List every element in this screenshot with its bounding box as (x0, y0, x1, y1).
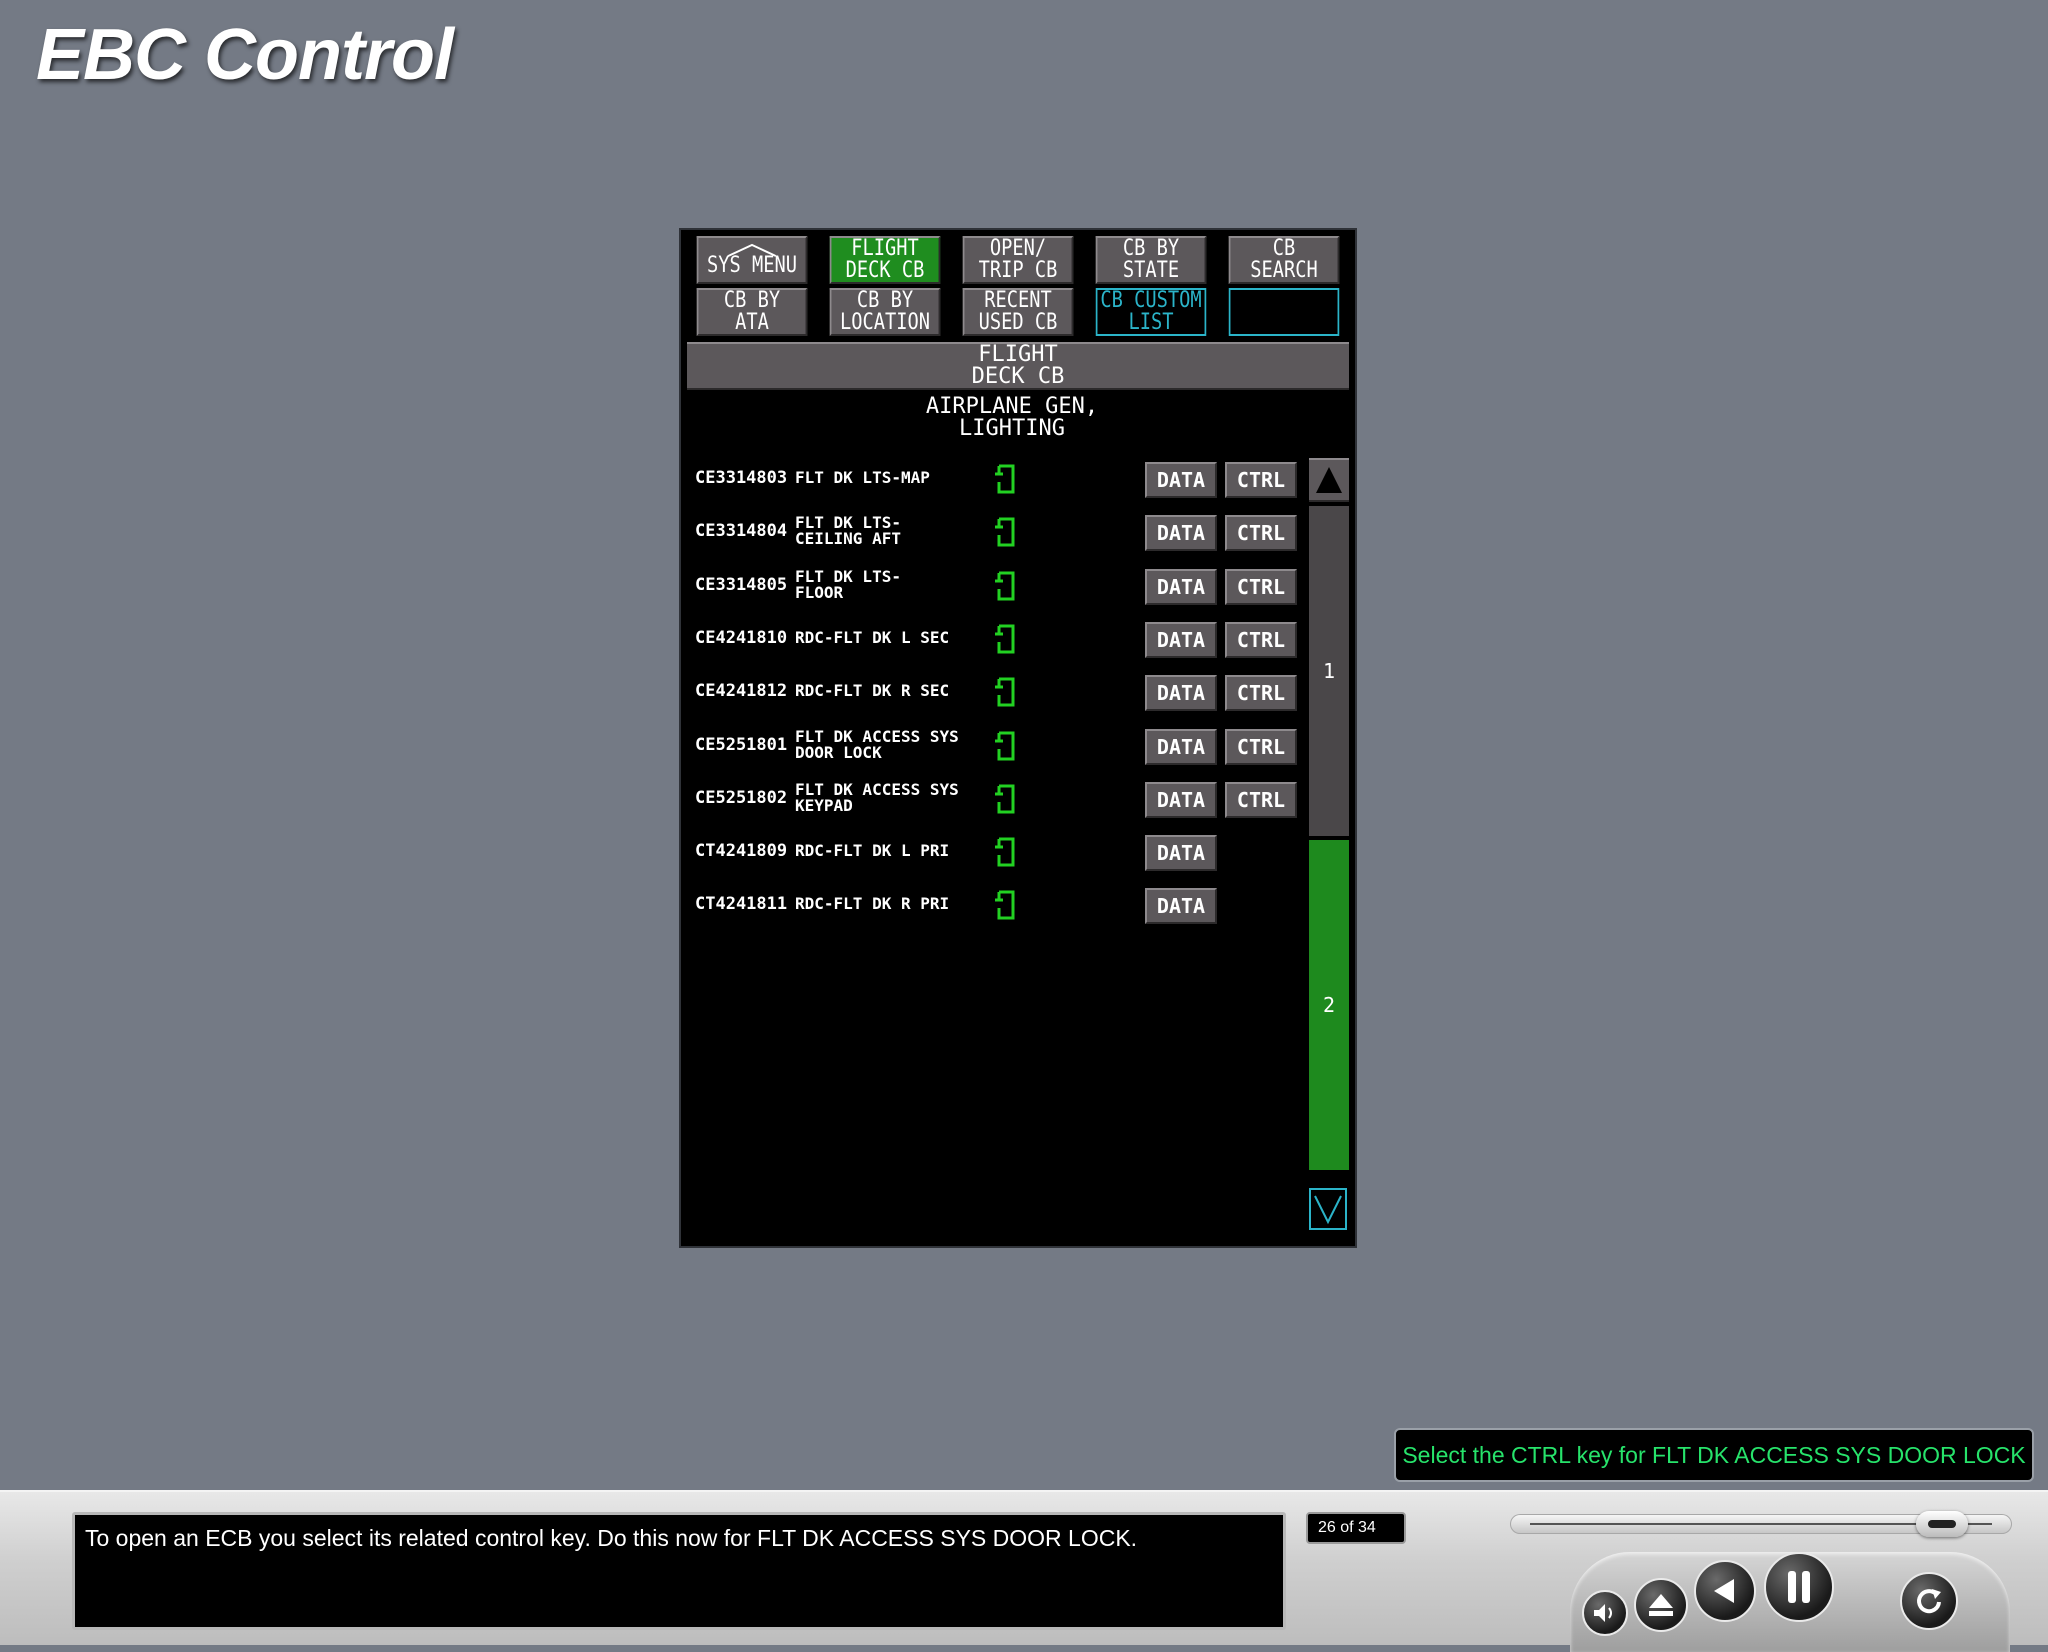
page-title: EBC Control (36, 15, 454, 95)
cb-name: FLT DK ACCESS SYS DOOR LOCK (795, 726, 959, 762)
ctrl-button[interactable]: CTRL (1225, 568, 1297, 605)
cb-name: FLT DK LTS-MAP (795, 468, 930, 487)
scroll-down-button[interactable] (1309, 1188, 1347, 1230)
scrollbar[interactable]: 1 2 (1309, 458, 1349, 1238)
volume-icon (1594, 1604, 1612, 1622)
down-arrow-icon (1314, 1195, 1342, 1225)
cb-name: RDC-FLT DK L SEC (795, 627, 950, 647)
cb-name: RDC-FLT DK R SEC (795, 681, 950, 701)
menu-button-label: CB SEARCH (1250, 236, 1318, 283)
menu-button-label: FLIGHT DECK CB (845, 236, 925, 283)
cb-id: CT4241809 (695, 841, 788, 862)
eject-button[interactable] (1634, 1578, 1688, 1632)
cb-row: CE5251801 FLT DK ACCESS SYS DOOR LOCK DATA… (681, 723, 1301, 767)
menu-cb-search-button[interactable]: CB SEARCH (1228, 236, 1340, 284)
scroll-up-button[interactable] (1309, 458, 1349, 502)
cb-name: FLT DK ACCESS SYS KEYPAD (795, 779, 959, 815)
seek-thumb[interactable] (1915, 1511, 1968, 1537)
menu-button-label: CB CUSTOM LIST (1100, 288, 1202, 335)
cb-id: CE4241812 (695, 681, 788, 702)
player-bar: To open an ECB you select its related co… (0, 1490, 2048, 1652)
rewind-button[interactable] (1694, 1560, 1756, 1622)
menu-button-label: CB BY LOCATION (839, 288, 931, 335)
ctrl-button[interactable]: CTRL (1225, 728, 1297, 765)
menu-recent-used-cb-button[interactable]: RECENT USED CB (962, 288, 1074, 336)
replay-icon (1917, 1589, 1941, 1614)
data-button[interactable]: DATA (1145, 568, 1217, 605)
up-arrow-icon (1316, 467, 1342, 493)
circuit-breaker-closed-icon (995, 731, 1015, 760)
data-button[interactable]: DATA (1145, 621, 1217, 658)
scroll-page-1[interactable]: 1 (1309, 506, 1349, 836)
ctrl-button[interactable]: CTRL (1225, 621, 1297, 658)
menu-flight-deck-cb-button[interactable]: FLIGHT DECK CB (829, 236, 941, 284)
menu-cb-by-location-button[interactable]: CB BY LOCATION (829, 288, 941, 336)
data-button[interactable]: DATA (1145, 728, 1217, 765)
cb-id: CE3314804 (695, 521, 788, 542)
menu-cb-by-state-button[interactable]: CB BY STATE (1095, 236, 1207, 284)
menu-button-label: CB BY ATA (723, 288, 781, 335)
slide-counter: 26 of 34 (1306, 1512, 1406, 1544)
menu-sys-menu-button[interactable]: SYS MENU (696, 236, 808, 284)
cb-row: CE3314803 FLT DK LTS-MAP DATA CTRL (681, 456, 1301, 500)
menu-button-label: OPEN/ TRIP CB (978, 236, 1058, 283)
volume-button[interactable] (1582, 1590, 1628, 1636)
menu-blank-button[interactable] (1228, 288, 1340, 336)
ctrl-button[interactable]: CTRL (1225, 515, 1297, 552)
menu-cb-custom-list-button[interactable]: CB CUSTOM LIST (1095, 288, 1207, 336)
cb-id: CE5251801 (695, 734, 788, 755)
circuit-breaker-closed-icon (995, 517, 1015, 547)
circuit-breaker-closed-icon (995, 784, 1015, 814)
replay-button[interactable] (1900, 1572, 1958, 1630)
ctrl-button[interactable]: CTRL (1225, 781, 1297, 818)
circuit-breaker-closed-icon (995, 677, 1015, 707)
cb-name: FLT DK LTS- FLOOR (795, 566, 901, 602)
cb-id: CE5251802 (695, 787, 788, 808)
cb-row: CE4241812 RDC-FLT DK R SEC DATA CTRL (681, 669, 1301, 713)
eject-icon (1649, 1594, 1673, 1616)
menu-button-label: RECENT USED CB (978, 288, 1058, 335)
cb-id: CE3314803 (695, 468, 788, 488)
cb-id: CE4241810 (695, 627, 788, 648)
playback-controls (1570, 1552, 2010, 1652)
cb-name: FLT DK LTS- CEILING AFT (795, 513, 901, 549)
rewind-icon (1714, 1579, 1734, 1603)
cb-row: CE5251802 FLT DK ACCESS SYS KEYPAD DATA CTR… (681, 776, 1301, 820)
cb-row: CE3314805 FLT DK LTS- FLOOR DATA CTRL (681, 563, 1301, 607)
pause-icon (1788, 1571, 1810, 1603)
circuit-breaker-closed-icon (995, 571, 1015, 601)
ctrl-button[interactable]: CTRL (1225, 462, 1297, 498)
cb-row: CT4241809 RDC-FLT DK L PRI DATA (681, 829, 1301, 873)
menu-button-label: CB BY STATE (1122, 236, 1180, 283)
display-subtitle: FLIGHT DECK CB (687, 342, 1349, 390)
seek-bar[interactable] (1510, 1511, 2012, 1537)
circuit-breaker-closed-icon (995, 464, 1015, 494)
data-button[interactable]: DATA (1145, 835, 1217, 872)
data-button[interactable]: DATA (1145, 515, 1217, 552)
data-button[interactable]: DATA (1145, 675, 1217, 712)
menu-button-label: SYS MENU (706, 253, 798, 278)
category-title: AIRPLANE GEN, LIGHTING (925, 394, 1099, 441)
ctrl-button[interactable]: CTRL (1225, 675, 1297, 712)
circuit-breaker-closed-icon (995, 890, 1015, 920)
cb-row: CE3314804 FLT DK LTS- CEILING AFT DATA CTRL (681, 509, 1301, 553)
ebc-display: SYS MENU FLIGHT DECK CB OPEN/ TRIP CB CB BY… (681, 230, 1355, 1246)
circuit-breaker-closed-icon (995, 837, 1015, 867)
data-button[interactable]: DATA (1145, 781, 1217, 818)
cb-row: CT4241811 RDC-FLT DK R PRI DATA (681, 882, 1301, 926)
narration-text: To open an ECB you select its related co… (72, 1512, 1286, 1630)
cb-row: CE4241810 RDC-FLT DK L SEC DATA CTRL (681, 616, 1301, 660)
cb-name: RDC-FLT DK L PRI (795, 841, 950, 861)
data-button[interactable]: DATA (1145, 462, 1217, 498)
cb-name: RDC-FLT DK R PRI (795, 894, 950, 914)
menu-cb-by-ata-button[interactable]: CB BY ATA (696, 288, 808, 336)
circuit-breaker-closed-icon (995, 624, 1015, 654)
hint-box: Select the CTRL key for FLT DK ACCESS SY… (1394, 1428, 2034, 1482)
pause-button[interactable] (1764, 1552, 1834, 1622)
data-button[interactable]: DATA (1145, 888, 1217, 925)
cb-id: CE3314805 (695, 574, 788, 595)
scroll-page-2[interactable]: 2 (1309, 840, 1349, 1170)
menu-open-trip-cb-button[interactable]: OPEN/ TRIP CB (962, 236, 1074, 284)
cb-id: CT4241811 (695, 894, 788, 915)
